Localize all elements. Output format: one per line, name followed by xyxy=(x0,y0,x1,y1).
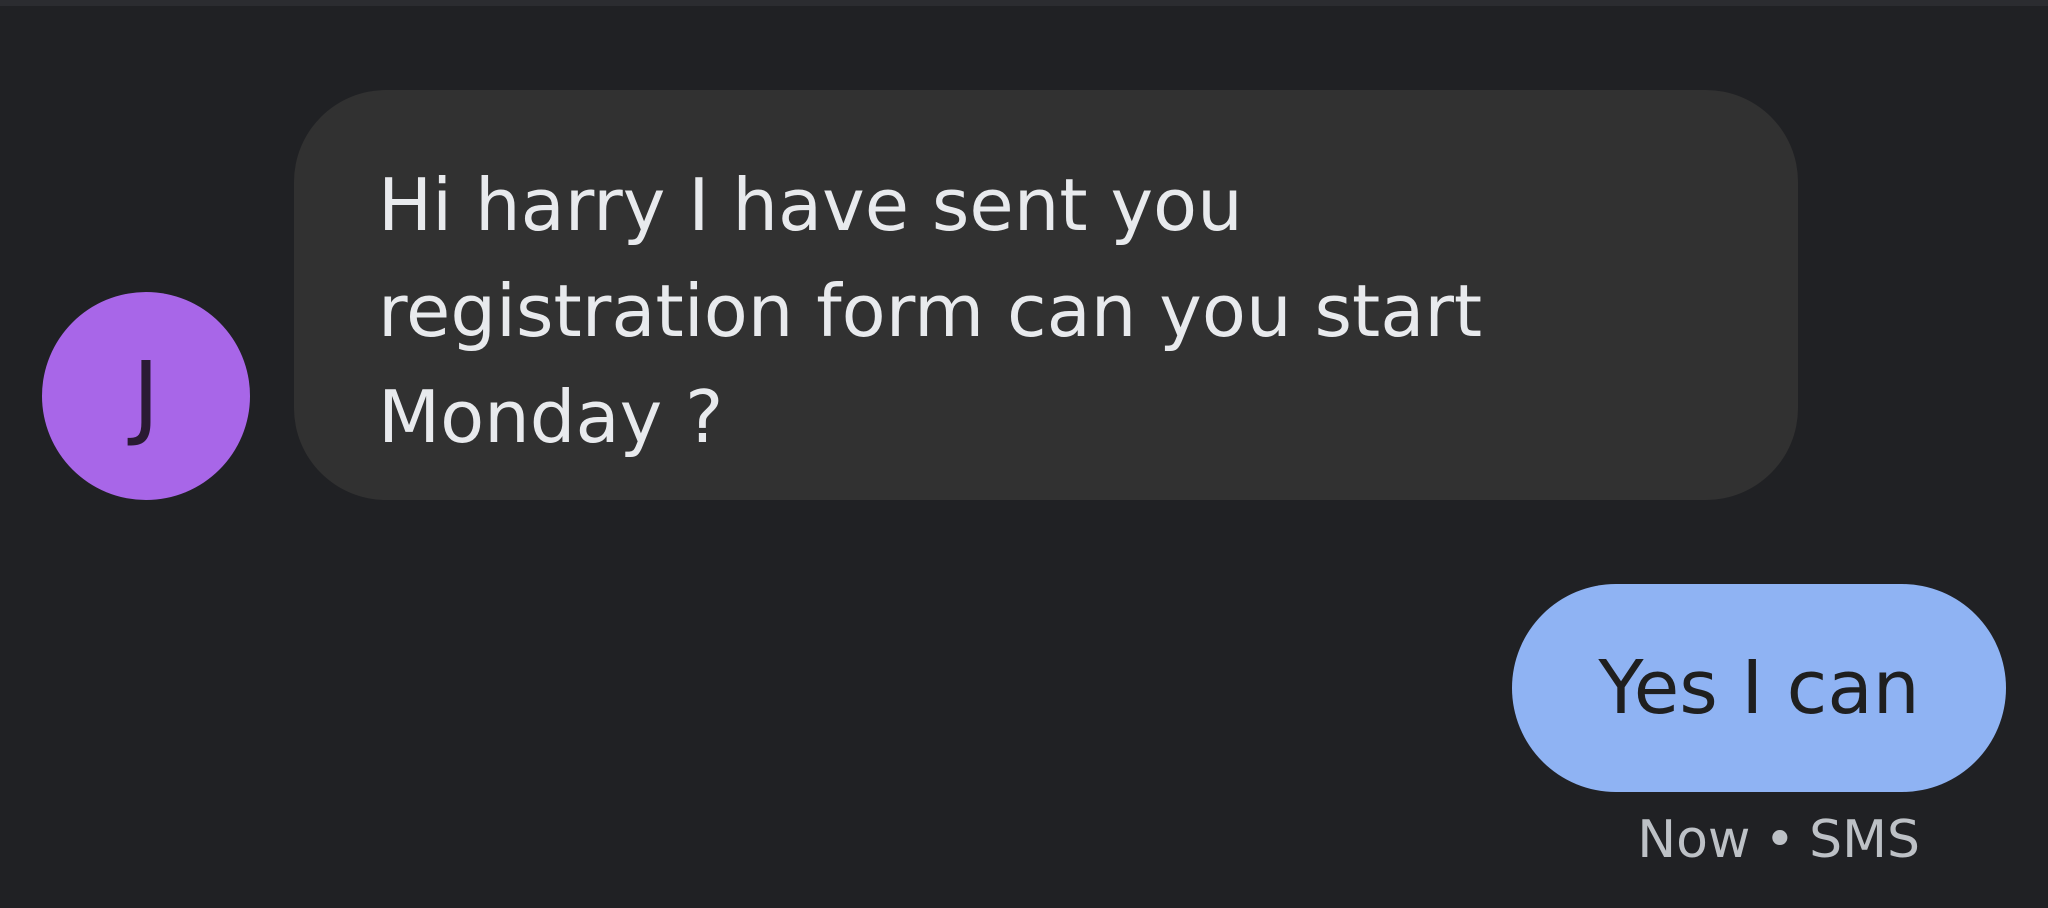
message-channel: SMS xyxy=(1809,810,1920,870)
status-separator: • xyxy=(1764,810,1796,870)
outgoing-message-bubble[interactable]: Yes I can xyxy=(1512,584,2006,792)
incoming-message-text: Hi harry I have sent you registration fo… xyxy=(378,163,1483,459)
message-timestamp: Now xyxy=(1637,810,1751,870)
outgoing-message-text: Yes I can xyxy=(1598,645,1920,731)
incoming-message-bubble[interactable]: Hi harry I have sent you registration fo… xyxy=(294,90,1798,500)
message-status: Now • SMS xyxy=(1637,808,1920,872)
contact-avatar[interactable]: J xyxy=(42,292,250,500)
top-divider xyxy=(0,0,2048,6)
